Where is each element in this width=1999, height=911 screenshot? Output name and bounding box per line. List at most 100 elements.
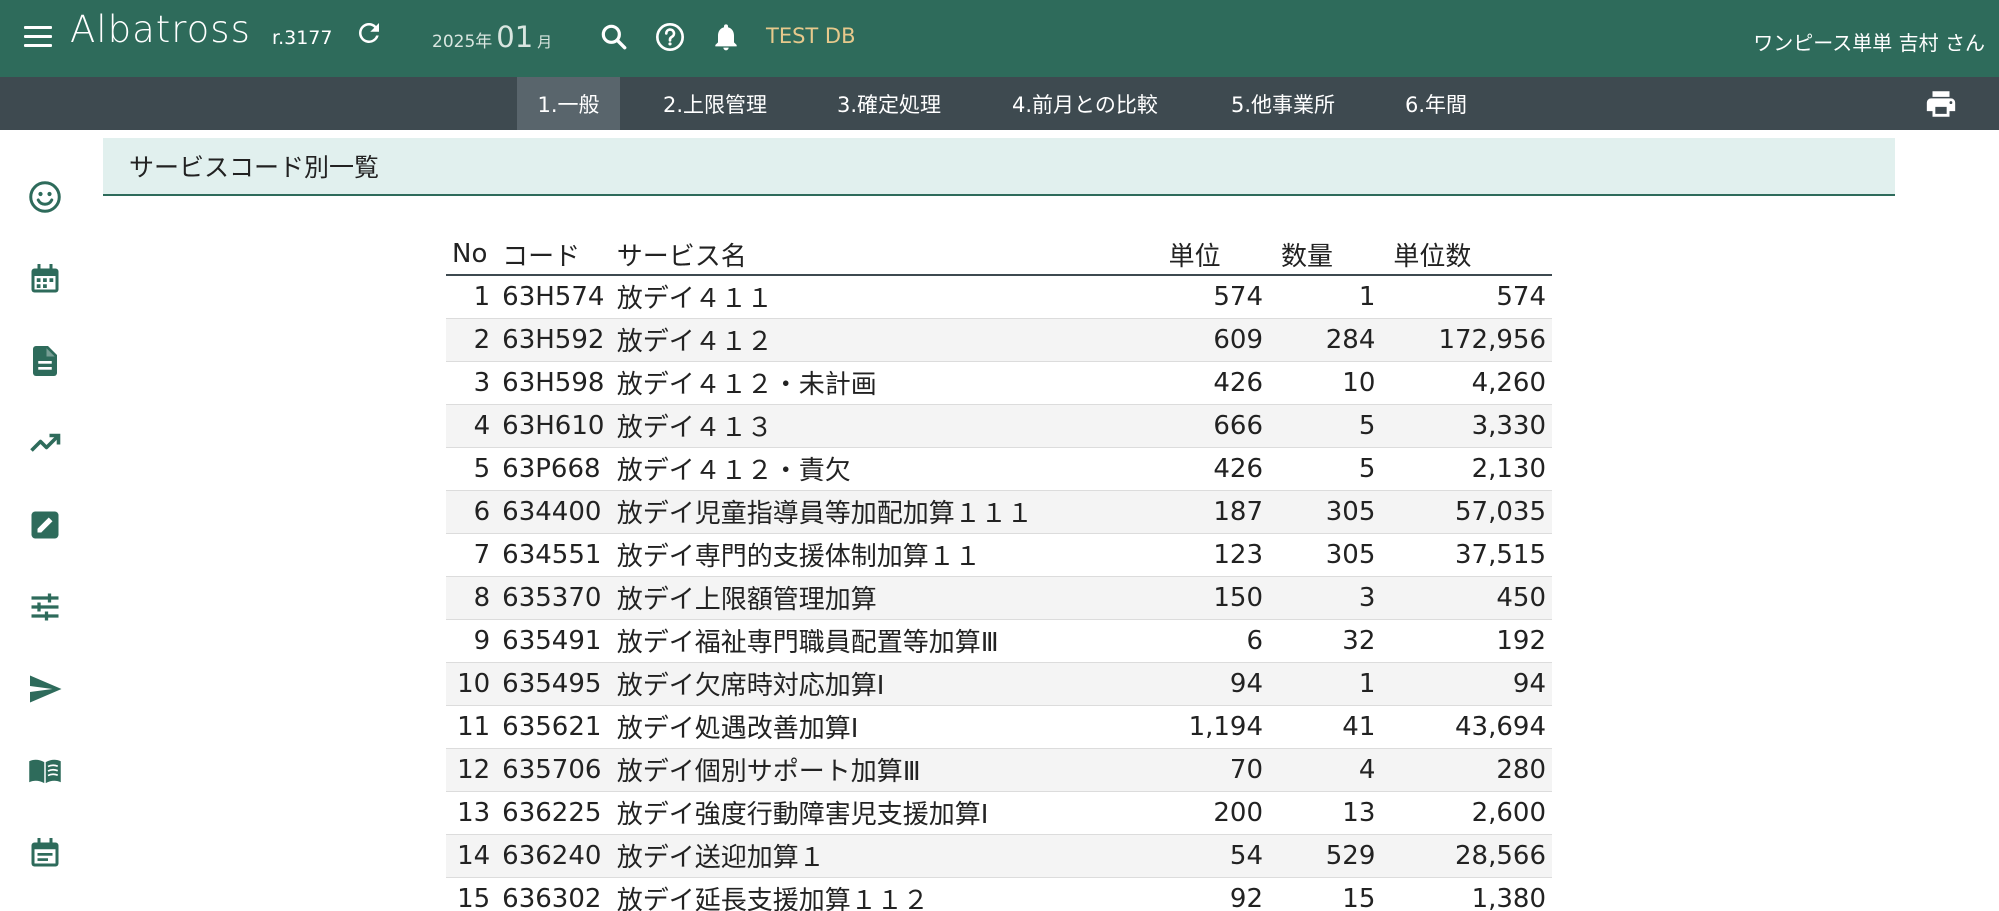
cell-service-name: 放デイ４１２・未計画 — [610, 361, 1157, 405]
cell-no: 4 — [446, 404, 497, 448]
smiley-icon[interactable] — [27, 179, 63, 215]
cell-total-units: 37,515 — [1381, 533, 1552, 577]
cell-service-name: 放デイ処遇改善加算Ⅰ — [610, 705, 1157, 749]
table-row[interactable]: 13 636225 放デイ強度行動障害児支援加算Ⅰ 200 13 2,600 — [446, 791, 1552, 835]
calendar-icon[interactable] — [27, 261, 63, 297]
send-icon[interactable] — [27, 671, 63, 707]
tab-upper-limit[interactable]: 2.上限管理 — [645, 77, 785, 130]
cell-total-units: 192 — [1381, 619, 1552, 663]
search-icon[interactable] — [598, 20, 632, 54]
cell-unit: 54 — [1156, 834, 1269, 878]
cell-service-name: 放デイ強度行動障害児支援加算Ⅰ — [610, 791, 1157, 835]
table-row[interactable]: 1 63H574 放デイ４１１ 574 1 574 — [446, 275, 1552, 319]
table-row[interactable]: 3 63H598 放デイ４１２・未計画 426 10 4,260 — [446, 361, 1552, 405]
table-row[interactable]: 15 636302 放デイ延長支援加算１１２ 92 15 1,380 — [446, 877, 1552, 911]
month-value: 01 — [496, 20, 534, 54]
cell-unit: 187 — [1156, 490, 1269, 534]
print-icon[interactable] — [1923, 87, 1959, 121]
cell-quantity: 529 — [1269, 834, 1382, 878]
cell-code: 635495 — [496, 662, 611, 706]
document-icon[interactable] — [27, 343, 63, 379]
cell-service-name: 放デイ欠席時対応加算Ⅰ — [610, 662, 1157, 706]
cell-unit: 94 — [1156, 662, 1269, 706]
table-row[interactable]: 4 63H610 放デイ４１３ 666 5 3,330 — [446, 404, 1552, 448]
year-label: 2025年 — [432, 32, 493, 52]
cell-code: 635370 — [496, 576, 611, 620]
cell-total-units: 3,330 — [1381, 404, 1552, 448]
cell-quantity: 4 — [1269, 748, 1382, 792]
cell-no: 8 — [446, 576, 497, 620]
help-icon[interactable] — [654, 20, 688, 54]
col-header-total-units: 単位数 — [1381, 234, 1552, 276]
cell-service-name: 放デイ４１１ — [610, 275, 1157, 319]
app-logo: Albatross — [70, 8, 251, 51]
cell-quantity: 1 — [1269, 275, 1382, 319]
cell-code: 63H592 — [496, 318, 611, 362]
cell-no: 3 — [446, 361, 497, 405]
table-row[interactable]: 12 635706 放デイ個別サポート加算Ⅲ 70 4 280 — [446, 748, 1552, 792]
cell-quantity: 305 — [1269, 490, 1382, 534]
cell-code: 63H610 — [496, 404, 611, 448]
cell-no: 14 — [446, 834, 497, 878]
cell-service-name: 放デイ福祉専門職員配置等加算Ⅲ — [610, 619, 1157, 663]
top-header: Albatross r.3177 2025年 01 月 TEST DB ワンピー… — [0, 0, 1999, 77]
menu-icon[interactable] — [22, 20, 56, 54]
sliders-icon[interactable] — [27, 589, 63, 625]
table-row[interactable]: 11 635621 放デイ処遇改善加算Ⅰ 1,194 41 43,694 — [446, 705, 1552, 749]
book-icon[interactable] — [27, 753, 63, 789]
cell-code: 634400 — [496, 490, 611, 534]
cell-unit: 6 — [1156, 619, 1269, 663]
cell-quantity: 3 — [1269, 576, 1382, 620]
cell-total-units: 172,956 — [1381, 318, 1552, 362]
table-row[interactable]: 6 634400 放デイ児童指導員等加配加算１１１ 187 305 57,035 — [446, 490, 1552, 534]
cell-code: 636302 — [496, 877, 611, 911]
table-row[interactable]: 14 636240 放デイ送迎加算１ 54 529 28,566 — [446, 834, 1552, 878]
cell-no: 12 — [446, 748, 497, 792]
cell-no: 7 — [446, 533, 497, 577]
cell-quantity: 10 — [1269, 361, 1382, 405]
year-month-selector[interactable]: 2025年 01 月 — [432, 20, 552, 54]
table-row[interactable]: 9 635491 放デイ福祉専門職員配置等加算Ⅲ 6 32 192 — [446, 619, 1552, 663]
table-row[interactable]: 5 63P668 放デイ４１２・責欠 426 5 2,130 — [446, 447, 1552, 491]
event-note-icon[interactable] — [27, 835, 63, 871]
tab-other-office[interactable]: 5.他事業所 — [1213, 77, 1353, 130]
tab-general[interactable]: 1.一般 — [517, 77, 620, 130]
table-header-row: No コード サービス名 単位 数量 単位数 — [446, 234, 1552, 276]
cell-total-units: 94 — [1381, 662, 1552, 706]
tab-confirm[interactable]: 3.確定処理 — [819, 77, 959, 130]
cell-code: 636240 — [496, 834, 611, 878]
bell-icon[interactable] — [710, 19, 744, 55]
tab-annual[interactable]: 6.年間 — [1387, 77, 1485, 130]
cell-no: 6 — [446, 490, 497, 534]
cell-total-units: 280 — [1381, 748, 1552, 792]
cell-service-name: 放デイ児童指導員等加配加算１１１ — [610, 490, 1157, 534]
cell-total-units: 2,130 — [1381, 447, 1552, 491]
cell-unit: 574 — [1156, 275, 1269, 319]
cell-service-name: 放デイ個別サポート加算Ⅲ — [610, 748, 1157, 792]
table-row[interactable]: 8 635370 放デイ上限額管理加算 150 3 450 — [446, 576, 1552, 620]
cell-no: 13 — [446, 791, 497, 835]
table-row[interactable]: 7 634551 放デイ専門的支援体制加算１１ 123 305 37,515 — [446, 533, 1552, 577]
table-row[interactable]: 10 635495 放デイ欠席時対応加算Ⅰ 94 1 94 — [446, 662, 1552, 706]
cell-no: 11 — [446, 705, 497, 749]
cell-unit: 426 — [1156, 361, 1269, 405]
cell-total-units: 450 — [1381, 576, 1552, 620]
cell-quantity: 305 — [1269, 533, 1382, 577]
table-row[interactable]: 2 63H592 放デイ４１２ 609 284 172,956 — [446, 318, 1552, 362]
cell-no: 15 — [446, 877, 497, 911]
cell-no: 2 — [446, 318, 497, 362]
user-name[interactable]: ワンピース単単 吉村 さん — [1753, 27, 1985, 56]
cell-service-name: 放デイ延長支援加算１１２ — [610, 877, 1157, 911]
cell-total-units: 574 — [1381, 275, 1552, 319]
month-suffix: 月 — [537, 33, 553, 51]
tab-bar: 1.一般 2.上限管理 3.確定処理 4.前月との比較 5.他事業所 6.年間 — [0, 77, 1999, 130]
cell-unit: 92 — [1156, 877, 1269, 911]
revision-label: r.3177 — [272, 27, 333, 49]
cell-code: 634551 — [496, 533, 611, 577]
edit-icon[interactable] — [27, 507, 63, 543]
col-header-no: No — [446, 234, 497, 276]
trending-up-icon[interactable] — [27, 425, 63, 461]
cell-unit: 666 — [1156, 404, 1269, 448]
refresh-icon[interactable] — [354, 18, 384, 48]
tab-compare-prev-month[interactable]: 4.前月との比較 — [994, 77, 1176, 130]
